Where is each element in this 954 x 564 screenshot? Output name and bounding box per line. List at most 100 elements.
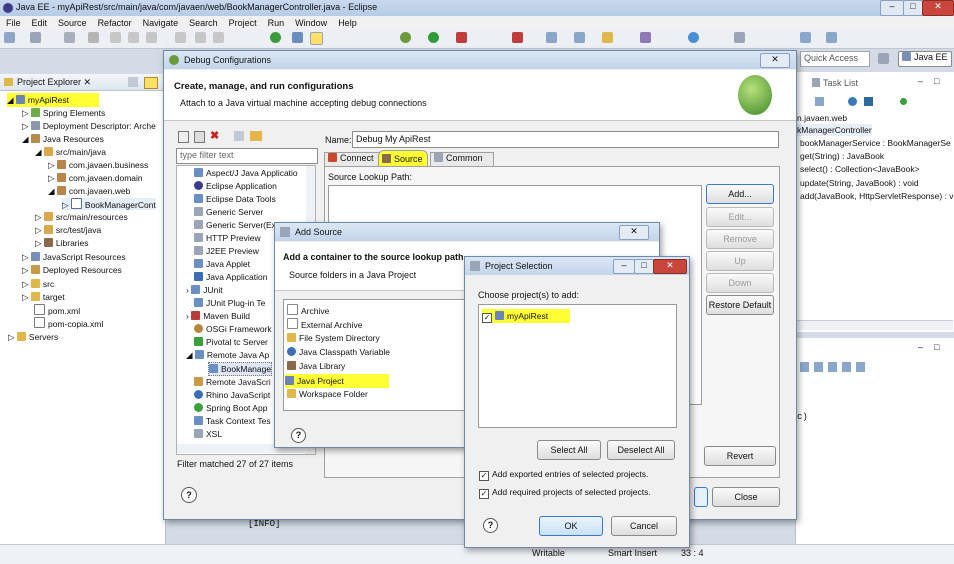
config-java-applet[interactable]: Java Applet: [194, 258, 250, 270]
tree-item-web[interactable]: ◢ com.javaen.web: [48, 185, 130, 197]
outline-method-get[interactable]: get(String) : JavaBook: [800, 150, 884, 162]
tree-item-pom-copia[interactable]: pom-copia.xml: [34, 317, 103, 329]
type-java-library[interactable]: Java Library: [287, 360, 345, 372]
up-button[interactable]: Up: [706, 251, 774, 271]
hide-fields-icon[interactable]: [848, 97, 857, 106]
tree-item-controller[interactable]: ▷ BookManagerCont: [62, 198, 156, 210]
link-editor-icon[interactable]: [144, 77, 158, 89]
option-required-projects[interactable]: ✓ Add required projects of selected proje…: [479, 486, 651, 499]
name-input[interactable]: Debug My ApiRest: [352, 131, 779, 148]
suspend-icon[interactable]: [128, 32, 139, 43]
config-junit[interactable]: › JUnit: [186, 284, 223, 296]
outline-field[interactable]: bookManagerService : BookManagerSe: [800, 137, 951, 149]
debug-help-icon[interactable]: ?: [181, 487, 197, 503]
close-button[interactable]: ✕: [922, 0, 954, 16]
menu-run[interactable]: Run: [268, 18, 285, 28]
console-toolbar-icons[interactable]: [800, 362, 870, 372]
tree-item-spring-elements[interactable]: ▷ Spring Elements: [22, 107, 105, 119]
back-icon[interactable]: [800, 32, 811, 43]
ps-minimize-button[interactable]: –: [613, 259, 635, 274]
tree-item-deployment-descriptor[interactable]: ▷ Deployment Descriptor: Arche: [22, 120, 156, 132]
type-workspace-folder[interactable]: Workspace Folder: [287, 388, 368, 400]
outline-method-update[interactable]: update(String, JavaBook) : void: [800, 177, 919, 189]
ok-button[interactable]: OK: [539, 516, 603, 536]
tree-item-pom[interactable]: pom.xml: [34, 304, 80, 316]
new-java-icon[interactable]: [574, 32, 585, 43]
duplicate-config-icon[interactable]: [194, 131, 205, 143]
run-icon[interactable]: [428, 32, 439, 43]
tree-item-target[interactable]: ▷ target: [22, 291, 65, 303]
project-selection-help-icon[interactable]: ?: [483, 518, 498, 533]
open-folder-icon[interactable]: [602, 32, 613, 43]
open-perspective-icon[interactable]: [878, 53, 889, 64]
tree-item-business[interactable]: ▷ com.javaen.business: [48, 159, 148, 171]
deselect-all-button[interactable]: Deselect All: [607, 440, 675, 460]
debug-close-button[interactable]: ✕: [760, 53, 790, 68]
required-projects-checkbox[interactable]: ✓: [479, 489, 489, 499]
minimize-button[interactable]: –: [880, 0, 904, 16]
type-file-system[interactable]: File System Directory: [287, 332, 380, 344]
step-over-icon[interactable]: [195, 32, 206, 43]
delete-config-icon[interactable]: ✖: [210, 129, 219, 142]
tab-connect[interactable]: Connect: [324, 152, 380, 167]
config-remote-java[interactable]: ◢ Remote Java Ap: [186, 349, 269, 361]
exported-entries-checkbox[interactable]: ✓: [479, 471, 489, 481]
maximize-button[interactable]: □: [903, 0, 923, 16]
outline-toolbar-icon[interactable]: [815, 97, 824, 106]
menu-refactor[interactable]: Refactor: [98, 18, 132, 28]
menu-navigate[interactable]: Navigate: [143, 18, 179, 28]
tree-item-servers[interactable]: ▷ Servers: [8, 331, 58, 343]
new-server-icon[interactable]: [546, 32, 557, 43]
menu-search[interactable]: Search: [189, 18, 218, 28]
new-config-icon[interactable]: [178, 131, 189, 143]
add-button[interactable]: Add...: [706, 184, 774, 204]
tree-item-src[interactable]: ▷ src: [22, 278, 54, 290]
ps-maximize-button[interactable]: □: [634, 259, 654, 274]
config-generic-server[interactable]: Generic Server: [194, 206, 263, 218]
menu-file[interactable]: File: [6, 18, 21, 28]
add-source-close-button[interactable]: ✕: [619, 225, 649, 240]
config-task-context[interactable]: Task Context Tes: [194, 415, 271, 427]
config-generic-server-ex[interactable]: Generic Server(Ex: [194, 219, 276, 231]
highlight-icon[interactable]: [310, 32, 323, 45]
hide-nonpublic-icon[interactable]: [900, 98, 907, 105]
config-remote-js[interactable]: Remote JavaScri: [194, 376, 271, 388]
tree-item-deployed-resources[interactable]: ▷ Deployed Resources: [22, 264, 122, 276]
menu-edit[interactable]: Edit: [32, 18, 48, 28]
type-archive[interactable]: Archive: [287, 304, 329, 316]
task-list-tab[interactable]: Task List: [823, 78, 858, 88]
skip-breakpoints-icon[interactable]: [88, 32, 99, 43]
close-dialog-button[interactable]: Close: [712, 487, 780, 507]
collapse-config-icon[interactable]: [234, 131, 244, 141]
ps-close-button[interactable]: ✕: [653, 259, 687, 274]
resume-icon[interactable]: [110, 32, 121, 43]
quick-access-field[interactable]: Quick Access: [800, 51, 870, 67]
outline-method-select[interactable]: select() : Collection<JavaBook>: [800, 163, 920, 175]
menu-help[interactable]: Help: [338, 18, 357, 28]
tab-common[interactable]: Common: [430, 152, 494, 167]
perspective-java-ee[interactable]: Java EE: [898, 51, 952, 67]
forward-icon[interactable]: [826, 32, 837, 43]
filter-input[interactable]: type filter text: [176, 148, 318, 164]
outline-hscroll[interactable]: [797, 320, 953, 330]
outline-method-add[interactable]: add(JavaBook, HttpServletResponse) : v: [800, 190, 954, 202]
tree-item-src-main-resources[interactable]: ▷ src/main/resources: [35, 211, 128, 223]
step-into-icon[interactable]: [175, 32, 186, 43]
explorer-tab[interactable]: Project Explorer ✕: [17, 77, 91, 88]
debug-icon[interactable]: [400, 32, 411, 43]
config-eclipse-app[interactable]: Eclipse Application: [194, 180, 277, 192]
config-osgi[interactable]: OSGi Framework: [194, 323, 272, 335]
select-all-button[interactable]: Select All: [537, 440, 601, 460]
debug-button[interactable]: [694, 487, 708, 507]
config-j2ee-preview[interactable]: J2EE Preview: [194, 245, 259, 257]
globe-icon[interactable]: [688, 32, 699, 43]
outline-package[interactable]: n.javaen.web: [797, 112, 847, 124]
menu-project[interactable]: Project: [229, 18, 257, 28]
tree-item-javascript-resources[interactable]: ▷ JavaScript Resources: [22, 251, 126, 263]
config-xsl[interactable]: XSL: [194, 428, 222, 440]
type-external-archive[interactable]: External Archive: [287, 318, 362, 330]
option-exported-entries[interactable]: ✓ Add exported entries of selected projec…: [479, 468, 648, 481]
tree-item-src-main-java[interactable]: ◢ src/main/java: [35, 146, 106, 158]
menu-source[interactable]: Source: [58, 18, 87, 28]
print-icon[interactable]: [64, 32, 75, 43]
